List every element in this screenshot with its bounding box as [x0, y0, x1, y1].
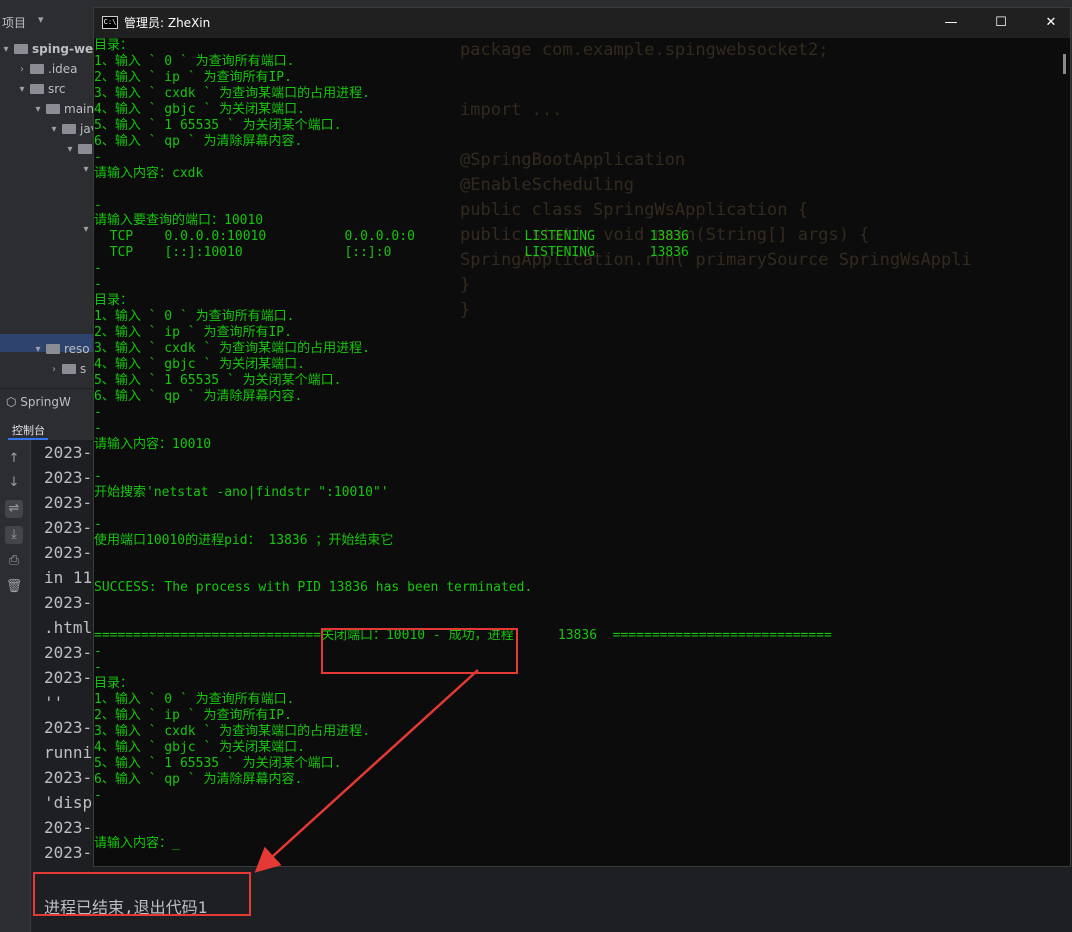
chevron-down-icon[interactable]: ▾	[38, 13, 44, 26]
tree-expand-icon[interactable]: ›	[16, 64, 28, 75]
console-line: ''	[44, 693, 64, 712]
arrow-down-icon[interactable]: ↓	[5, 474, 23, 492]
tree-expand-icon[interactable]: ▾	[32, 104, 44, 115]
project-tree: ▾sping-webso›.idea▾src▾main▾java▾c▾▾▾res…	[0, 36, 117, 386]
tree-item-label: reso	[64, 342, 90, 356]
exit-message-highlight	[33, 872, 251, 916]
cmd-titlebar[interactable]: C:\ 管理员: ZheXin — ☐ ✕	[94, 8, 1070, 38]
close-button[interactable]: ✕	[1034, 8, 1068, 38]
close-port-success-highlight	[321, 628, 518, 674]
soft-wrap-icon[interactable]: ⇌	[5, 500, 23, 518]
scroll-to-end-icon[interactable]: ⤓	[5, 526, 23, 544]
maximize-button[interactable]: ☐	[984, 8, 1018, 38]
console-side-toolbar: ↑ ↓ ⇌ ⤓ ⎙ 🗑	[0, 440, 31, 932]
tree-item-label: main	[64, 102, 94, 116]
tree-item[interactable]: ▾ main	[32, 100, 94, 118]
folder-icon	[46, 104, 60, 114]
tree-item-label: src	[48, 82, 66, 96]
tree-item[interactable]: ▾ reso	[32, 340, 90, 358]
cmd-scrollbar[interactable]	[1063, 54, 1066, 74]
print-icon[interactable]: ⎙	[5, 552, 23, 570]
run-config-tab[interactable]: ⬡ SpringW	[6, 395, 71, 409]
folder-icon	[62, 364, 76, 374]
tree-expand-icon[interactable]: ▾	[80, 224, 92, 235]
folder-icon	[14, 44, 28, 54]
folder-icon	[30, 64, 44, 74]
trash-icon[interactable]: 🗑	[5, 578, 23, 596]
folder-icon	[30, 84, 44, 94]
tab-console[interactable]: 控制台	[12, 422, 45, 438]
arrow-up-icon[interactable]: ↑	[5, 450, 23, 468]
cmd-output[interactable]: package com.example.spingwebsocket2; impo…	[94, 38, 1054, 866]
tree-item-label: .idea	[48, 62, 78, 76]
tree-expand-icon[interactable]: ▾	[64, 144, 76, 155]
tree-expand-icon[interactable]: ▾	[80, 164, 92, 175]
tree-expand-icon[interactable]: ›	[48, 364, 60, 375]
minimize-button[interactable]: —	[934, 8, 968, 38]
tree-item[interactable]: › .idea	[16, 60, 78, 78]
cmd-text: 目录： 1、输入 ` 0 ` 为查询所有端口. 2、输入 ` ip ` 为查询所…	[94, 38, 832, 851]
cmd-title: 管理员: ZheXin	[124, 16, 211, 30]
run-subtabs: 控制台	[0, 416, 96, 440]
tree-expand-icon[interactable]: ▾	[16, 84, 28, 95]
cmd-window[interactable]: C:\ 管理员: ZheXin — ☐ ✕ package com.exampl…	[93, 7, 1071, 867]
tree-expand-icon[interactable]: ▾	[32, 344, 44, 355]
project-view-label[interactable]: 项目	[2, 14, 26, 31]
terminal-icon: C:\	[102, 16, 118, 29]
tree-item[interactable]: ▾ src	[16, 80, 66, 98]
folder-icon	[46, 344, 60, 354]
folder-icon	[62, 124, 76, 134]
folder-icon	[78, 144, 92, 154]
tree-expand-icon[interactable]: ▾	[0, 44, 12, 55]
tree-item[interactable]: › s	[48, 360, 86, 378]
tree-item-label: s	[80, 362, 87, 376]
run-tool-window-header: ⬡ SpringW	[0, 388, 96, 415]
tree-expand-icon[interactable]: ▾	[48, 124, 60, 135]
